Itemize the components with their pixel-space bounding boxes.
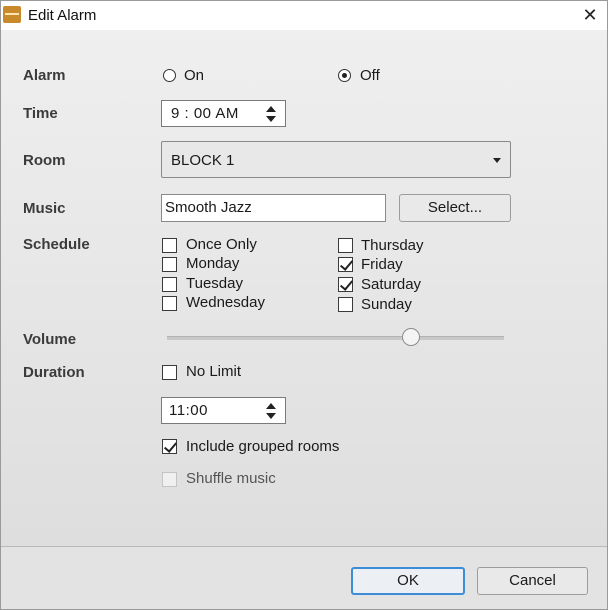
duration-value[interactable]: 11:00 bbox=[169, 402, 208, 419]
wednesday-label[interactable]: Wednesday bbox=[186, 294, 265, 311]
alarm-off-radio[interactable] bbox=[338, 69, 351, 82]
title-bar: Edit Alarm ✕ bbox=[1, 1, 607, 30]
checkmark-icon bbox=[339, 277, 354, 291]
tuesday-checkbox[interactable] bbox=[162, 277, 177, 292]
no-limit-checkbox[interactable] bbox=[162, 365, 177, 380]
time-value[interactable]: 9 : 00 AM bbox=[171, 105, 239, 122]
close-button[interactable]: ✕ bbox=[577, 4, 603, 26]
room-dropdown[interactable]: BLOCK 1 bbox=[161, 141, 511, 178]
select-music-button[interactable]: Select... bbox=[399, 194, 511, 222]
checkmark-icon bbox=[339, 257, 354, 271]
speaker-app-icon bbox=[3, 6, 21, 23]
spin-down-icon[interactable] bbox=[266, 413, 276, 419]
sunday-checkbox[interactable] bbox=[338, 297, 353, 312]
chevron-down-icon[interactable] bbox=[493, 158, 501, 163]
sunday-label[interactable]: Sunday bbox=[361, 296, 412, 313]
shuffle-music-label: Shuffle music bbox=[186, 470, 276, 487]
alarm-label: Alarm bbox=[23, 67, 66, 84]
room-label: Room bbox=[23, 152, 66, 169]
spin-up-icon[interactable] bbox=[266, 403, 276, 409]
saturday-label[interactable]: Saturday bbox=[361, 276, 421, 293]
music-input[interactable] bbox=[165, 199, 380, 216]
alarm-on-radio[interactable] bbox=[163, 69, 176, 82]
edit-alarm-dialog: Edit Alarm ✕ Alarm On Off Time 9 : 00 AM… bbox=[0, 0, 608, 610]
tuesday-label[interactable]: Tuesday bbox=[186, 275, 243, 292]
room-value[interactable]: BLOCK 1 bbox=[171, 152, 234, 169]
cancel-button[interactable]: Cancel bbox=[477, 567, 588, 595]
alarm-off-label[interactable]: Off bbox=[360, 67, 380, 84]
monday-label[interactable]: Monday bbox=[186, 255, 239, 272]
duration-spinbox[interactable]: 11:00 bbox=[161, 397, 286, 424]
friday-checkbox[interactable] bbox=[338, 257, 354, 272]
thursday-checkbox[interactable] bbox=[338, 238, 353, 253]
music-field[interactable] bbox=[161, 194, 386, 222]
checkmark-icon bbox=[163, 439, 178, 453]
dialog-body: Alarm On Off Time 9 : 00 AM Room BLOCK 1… bbox=[1, 30, 607, 546]
ok-button[interactable]: OK bbox=[351, 567, 465, 595]
volume-slider-track[interactable] bbox=[167, 336, 504, 340]
once-only-checkbox[interactable] bbox=[162, 238, 177, 253]
volume-label: Volume bbox=[23, 331, 77, 348]
alarm-on-label[interactable]: On bbox=[184, 67, 204, 84]
friday-label[interactable]: Friday bbox=[361, 256, 403, 273]
duration-label: Duration bbox=[23, 364, 85, 381]
spin-arrows-icon[interactable] bbox=[266, 401, 276, 421]
no-limit-label[interactable]: No Limit bbox=[186, 363, 241, 380]
spin-up-icon[interactable] bbox=[266, 106, 276, 112]
dialog-footer: OK Cancel bbox=[1, 547, 607, 609]
saturday-checkbox[interactable] bbox=[338, 277, 354, 292]
dialog-title: Edit Alarm bbox=[28, 7, 97, 24]
wednesday-checkbox[interactable] bbox=[162, 296, 177, 311]
spin-down-icon[interactable] bbox=[266, 116, 276, 122]
music-label: Music bbox=[23, 200, 66, 217]
spin-arrows-icon[interactable] bbox=[266, 104, 276, 124]
once-only-label[interactable]: Once Only bbox=[186, 236, 257, 253]
shuffle-music-checkbox bbox=[162, 472, 177, 487]
thursday-label[interactable]: Thursday bbox=[361, 237, 424, 254]
time-spinbox[interactable]: 9 : 00 AM bbox=[161, 100, 286, 127]
volume-slider-thumb[interactable] bbox=[402, 328, 420, 346]
schedule-label: Schedule bbox=[23, 236, 90, 253]
time-label: Time bbox=[23, 105, 58, 122]
include-grouped-label[interactable]: Include grouped rooms bbox=[186, 438, 339, 455]
radio-selected-dot bbox=[342, 73, 347, 78]
monday-checkbox[interactable] bbox=[162, 257, 177, 272]
include-grouped-checkbox[interactable] bbox=[162, 439, 178, 454]
